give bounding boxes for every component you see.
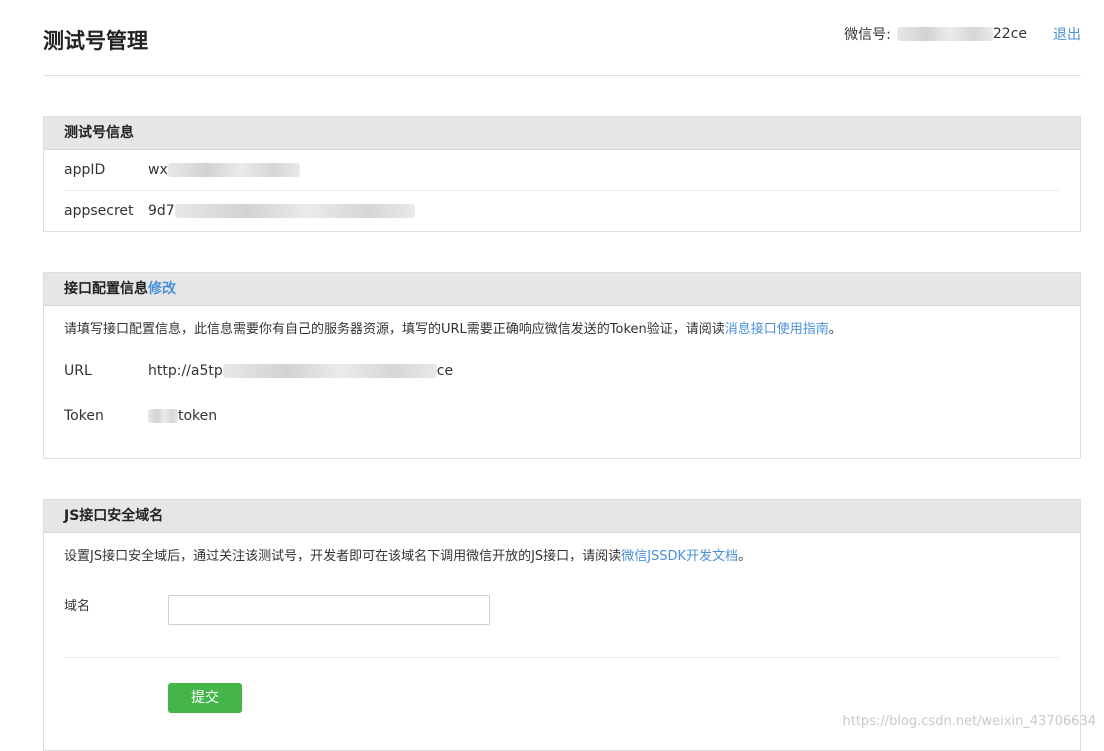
- appsecret-value: 9d7: [148, 191, 415, 231]
- message-guide-link[interactable]: 消息接口使用指南: [725, 322, 829, 337]
- token-row: Token token: [64, 401, 1060, 431]
- submit-row: 提交: [64, 658, 1060, 718]
- token-label: Token: [64, 408, 104, 424]
- submit-button[interactable]: 提交: [168, 683, 242, 713]
- url-value: http://a5tp ce: [148, 356, 453, 386]
- appid-label: appID: [64, 162, 106, 178]
- jssdk-doc-link[interactable]: 微信JSSDK开发文档: [621, 549, 738, 564]
- edit-config-link[interactable]: 修改: [148, 281, 176, 297]
- appid-row: appID wx: [64, 150, 1060, 191]
- wechat-id-blurred: [896, 27, 993, 41]
- interface-config-heading: 接口配置信息修改: [44, 273, 1080, 306]
- interface-config-panel: 接口配置信息修改 请填写接口配置信息，此信息需要你有自己的服务器资源，填写的UR…: [43, 272, 1081, 459]
- page-header: 测试号管理 微信号: 22ce 退出: [43, 0, 1081, 76]
- js-domain-desc-period: 。: [738, 549, 752, 564]
- appid-prefix: wx: [148, 162, 168, 178]
- interface-config-title: 接口配置信息: [64, 281, 148, 297]
- token-suffix: token: [178, 408, 218, 424]
- token-blurred: [148, 409, 178, 423]
- page-title: 测试号管理: [43, 29, 148, 53]
- test-account-info-heading: 测试号信息: [44, 117, 1080, 150]
- url-label: URL: [64, 363, 92, 379]
- domain-row: 域名: [64, 567, 1060, 658]
- url-prefix: http://a5tp: [148, 363, 223, 379]
- interface-config-desc-period: 。: [828, 322, 842, 337]
- appid-value: wx: [148, 150, 300, 190]
- test-account-info-panel: 测试号信息 appID wx appsecret 9d7: [43, 116, 1081, 232]
- wechat-id-suffix: 22ce: [992, 26, 1027, 42]
- interface-config-desc-text: 请填写接口配置信息，此信息需要你有自己的服务器资源，填写的URL需要正确响应微信…: [64, 322, 725, 337]
- appsecret-prefix: 9d7: [148, 203, 175, 219]
- js-domain-desc-text: 设置JS接口安全域后，通过关注该测试号，开发者即可在该域名下调用微信开放的JS接…: [64, 549, 622, 564]
- url-blurred: [222, 364, 437, 378]
- wechat-id-label: 微信号:: [844, 27, 891, 43]
- appsecret-row: appsecret 9d7: [64, 191, 1060, 231]
- js-domain-description: 设置JS接口安全域后，通过关注该测试号，开发者即可在该域名下调用微信开放的JS接…: [64, 547, 1060, 567]
- appsecret-blurred: [174, 204, 415, 218]
- url-row: URL http://a5tp ce: [64, 356, 1060, 386]
- csdn-watermark: https://blog.csdn.net/weixin_43706634: [842, 714, 1096, 729]
- domain-input[interactable]: [168, 595, 490, 625]
- interface-config-description: 请填写接口配置信息，此信息需要你有自己的服务器资源，填写的URL需要正确响应微信…: [64, 320, 1060, 340]
- js-domain-heading: JS接口安全域名: [44, 500, 1080, 533]
- domain-label: 域名: [64, 599, 91, 614]
- logout-link[interactable]: 退出: [1053, 24, 1081, 44]
- appsecret-label: appsecret: [64, 203, 134, 219]
- url-suffix: ce: [436, 363, 454, 379]
- account-info: 微信号: 22ce 退出: [844, 24, 1081, 44]
- token-value: token: [148, 401, 217, 431]
- appid-blurred: [167, 163, 300, 177]
